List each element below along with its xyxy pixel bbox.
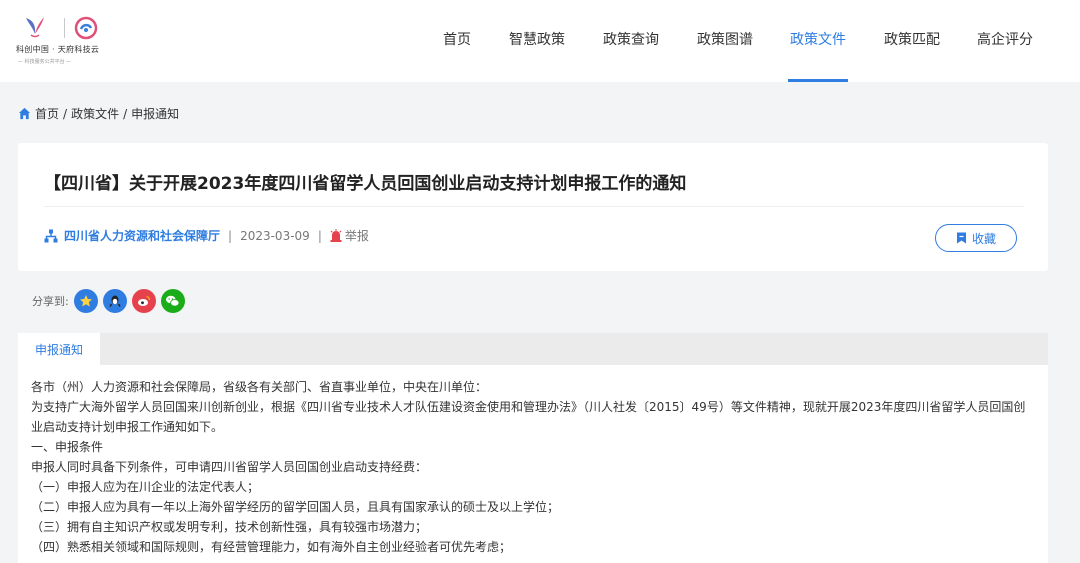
logo-brand-text: 科创中国 · 天府科技云: [16, 45, 100, 54]
nav-policy-search[interactable]: 政策查询: [603, 0, 659, 82]
content-paragraph: （四）熟悉相关领域和国际规则，有经营管理能力，如有海外自主创业经验者可优先考虑；: [31, 540, 512, 554]
breadcrumb-home[interactable]: 首页: [35, 105, 59, 122]
content-paragraph: 各市（州）人力资源和社会保障局，省级各有关部门、省直事业单位，中央在川单位：: [31, 380, 488, 394]
meta-separator: |: [317, 228, 322, 243]
tab-notice[interactable]: 申报通知: [18, 333, 100, 365]
notice-content: 各市（州）人力资源和社会保障局，省级各有关部门、省直事业单位，中央在川单位： 为…: [18, 365, 1048, 563]
share-bar: 分享到:: [32, 289, 185, 313]
alarm-icon: [330, 229, 342, 242]
breadcrumb-separator: /: [63, 106, 68, 121]
logo-slogan-text: — 科技服务公共平台 —: [18, 59, 72, 65]
article-meta: 四川省人力资源和社会保障厅 | 2023-03-09 | 举报: [44, 227, 369, 244]
org-chart-icon: [44, 229, 58, 242]
publish-date: 2023-03-09: [240, 228, 310, 243]
logo-divider: [64, 18, 65, 38]
nav-policy-docs[interactable]: 政策文件: [788, 0, 848, 82]
breadcrumb-policy-docs[interactable]: 政策文件: [71, 105, 119, 122]
home-icon[interactable]: [18, 107, 31, 120]
content-paragraph: 为支持广大海外留学人员回国来川创新创业，根据《四川省专业技术人才队伍建设资金使用…: [31, 400, 1026, 434]
publisher-link[interactable]: 四川省人力资源和社会保障厅: [64, 227, 220, 244]
kechuang-logo-icon: [26, 17, 44, 38]
bookmark-icon: [956, 232, 966, 244]
qq-icon[interactable]: [102, 289, 127, 313]
article-header-card: 【四川省】关于开展2023年度四川省留学人员回国创业启动支持计划申报工作的通知 …: [18, 143, 1048, 271]
wechat-icon[interactable]: [160, 289, 185, 313]
site-logo[interactable]: 科创中国 · 天府科技云 — 科技服务公共平台 —: [16, 14, 116, 70]
content-paragraph: 申报人同时具备下列条件，可申请四川省留学人员回国创业启动支持经费：: [31, 460, 428, 474]
report-link[interactable]: 举报: [345, 227, 369, 244]
tianfu-logo-icon: [74, 16, 98, 40]
content-paragraph: （二）申报人应为具有一年以上海外留学经历的留学回国人员，且具有国家承认的硕士及以…: [31, 500, 560, 514]
favorite-label: 收藏: [971, 231, 996, 246]
top-header: 科创中国 · 天府科技云 — 科技服务公共平台 — 首页 智慧政策 政策查询 政…: [0, 0, 1080, 82]
favorite-button[interactable]: 收藏: [935, 224, 1017, 252]
content-paragraph: （一）申报人应为在川企业的法定代表人；: [31, 480, 260, 494]
qzone-icon[interactable]: [73, 289, 98, 313]
nav-policy-graph[interactable]: 政策图谱: [697, 0, 753, 82]
weibo-icon[interactable]: [131, 289, 156, 313]
nav-smart-policy[interactable]: 智慧政策: [509, 0, 565, 82]
meta-separator: |: [228, 228, 233, 243]
content-tabs: 申报通知: [18, 333, 1048, 365]
content-paragraph: （三）拥有自主知识产权或发明专利，技术创新性强，具有较强市场潜力；: [31, 520, 428, 534]
nav-home[interactable]: 首页: [443, 0, 471, 82]
title-divider: [44, 206, 1024, 207]
breadcrumb: 首页 / 政策文件 / 申报通知: [18, 105, 179, 122]
article-title: 【四川省】关于开展2023年度四川省留学人员回国创业启动支持计划申报工作的通知: [44, 174, 687, 194]
share-label: 分享到:: [32, 295, 69, 308]
content-paragraph: 一、申报条件: [31, 440, 104, 454]
breadcrumb-separator: /: [123, 106, 128, 121]
nav-hightech-score[interactable]: 高企评分: [977, 0, 1033, 82]
breadcrumb-current: 申报通知: [131, 107, 180, 121]
nav-policy-match[interactable]: 政策匹配: [884, 0, 940, 82]
